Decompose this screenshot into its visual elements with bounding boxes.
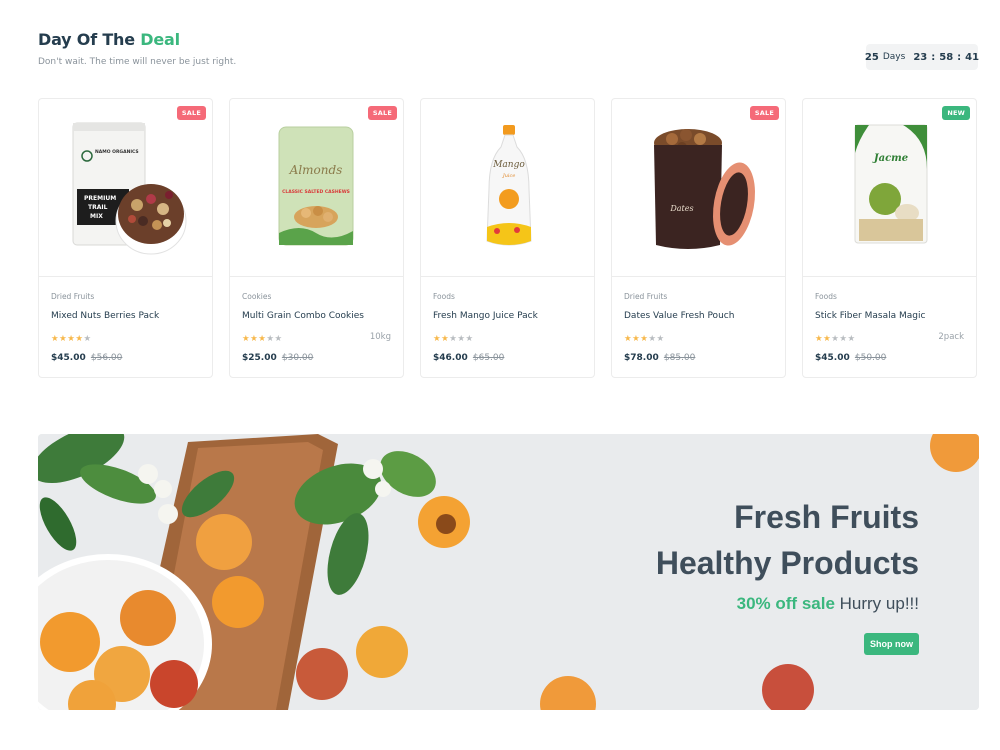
promo-banner: Fresh Fruits Healthy Products 30% off sa… — [38, 434, 979, 710]
product-weight: 2pack — [938, 332, 964, 342]
product-price: $78.00 $85.00 — [624, 353, 695, 363]
product-image-box[interactable]: NAMO ORGANICS PREMIUM TRAIL MIX SALE — [39, 99, 212, 277]
product-name[interactable]: Multi Grain Combo Cookies — [242, 311, 364, 321]
new-badge: NEW — [942, 106, 970, 120]
product-image-box[interactable]: Mango Juice — [421, 99, 594, 277]
product-category[interactable]: Foods — [433, 292, 455, 301]
banner-headline-line1: Fresh Fruits — [734, 499, 919, 535]
countdown-separator: : — [957, 51, 962, 63]
product-price: $25.00 $30.00 — [242, 353, 313, 363]
star-filled-icon: ★ — [242, 334, 251, 344]
trail-mix-label: TRAIL — [88, 204, 108, 211]
dates-tin-icon: Dates — [654, 129, 756, 249]
deal-countdown: 25 Days 23 : 58 : 41 — [864, 44, 980, 70]
almonds-pouch-icon: Almonds CLASSIC SALTED CASHEWS — [278, 126, 354, 246]
product-card[interactable]: Mango Juice Foods Fresh Mango Juice Pack… — [420, 98, 595, 378]
countdown-seconds: 41 — [965, 51, 980, 63]
old-price: $56.00 — [90, 353, 123, 363]
product-category[interactable]: Dried Fruits — [624, 292, 667, 301]
product-name[interactable]: Mixed Nuts Berries Pack — [51, 311, 159, 321]
product-card[interactable]: NAMO ORGANICS PREMIUM TRAIL MIX SALE Dri… — [38, 98, 213, 378]
star-empty-icon: ★ — [656, 334, 665, 344]
current-price: $46.00 — [433, 353, 468, 363]
old-price: $30.00 — [281, 353, 314, 363]
star-empty-icon: ★ — [648, 334, 657, 344]
section-title: Day Of The Deal — [38, 30, 236, 49]
old-price: $65.00 — [472, 353, 505, 363]
mango-pack-text: Mango — [492, 160, 525, 170]
banner-headline-line2: Healthy Products — [655, 545, 919, 581]
current-price: $78.00 — [624, 353, 659, 363]
star-empty-icon: ★ — [266, 334, 275, 344]
product-card[interactable]: Almonds CLASSIC SALTED CASHEWS SALE Cook… — [229, 98, 404, 378]
trail-mix-brand: NAMO ORGANICS — [95, 149, 139, 155]
product-image-box[interactable]: Jacme NEW — [803, 99, 976, 277]
mango-juice-pack-icon: Mango Juice — [486, 125, 532, 246]
banner-offer-rest: Hurry up!!! — [834, 594, 919, 613]
sale-badge: SALE — [176, 106, 206, 120]
product-name[interactable]: Dates Value Fresh Pouch — [624, 311, 734, 321]
star-empty-icon: ★ — [839, 334, 848, 344]
product-price: $45.00 $50.00 — [815, 353, 886, 363]
countdown-minutes: 58 — [939, 51, 954, 63]
product-category[interactable]: Cookies — [242, 292, 271, 301]
product-image-box[interactable]: Almonds CLASSIC SALTED CASHEWS SALE — [230, 99, 403, 277]
product-card[interactable]: Jacme NEW Foods Stick Fiber Masala Magic… — [802, 98, 977, 378]
product-name[interactable]: Fresh Mango Juice Pack — [433, 311, 538, 321]
star-filled-icon: ★ — [51, 334, 60, 344]
product-price: $46.00 $65.00 — [433, 353, 504, 363]
banner-text: Fresh Fruits Healthy Products 30% off sa… — [656, 494, 919, 614]
trail-mix-label: PREMIUM — [84, 195, 116, 202]
shop-now-button[interactable]: Shop now — [864, 633, 919, 655]
rating-stars: ★★★★★ — [242, 334, 283, 344]
old-price: $85.00 — [663, 353, 696, 363]
rating-stars: ★★★★★ — [624, 334, 665, 344]
product-name[interactable]: Stick Fiber Masala Magic — [815, 311, 925, 321]
product-image-box[interactable]: Dates SALE — [612, 99, 785, 277]
masala-pouch-icon: Jacme — [854, 124, 928, 244]
deal-section-header: Day Of The Deal Don't wait. The time wil… — [38, 30, 236, 67]
rating-stars: ★★★★★ — [815, 334, 856, 344]
current-price: $25.00 — [242, 353, 277, 363]
product-category[interactable]: Foods — [815, 292, 837, 301]
trail-mix-pouch-icon: NAMO ORGANICS PREMIUM TRAIL MIX — [72, 122, 187, 255]
banner-offer: 30% off sale Hurry up!!! — [656, 594, 919, 614]
star-filled-icon: ★ — [815, 334, 824, 344]
mango-pack-sub: Juice — [502, 173, 516, 179]
section-subtitle: Don't wait. The time will never be just … — [38, 57, 237, 67]
star-filled-icon: ★ — [433, 334, 442, 344]
countdown-days: 25 — [864, 51, 879, 63]
countdown-hours: 23 — [913, 51, 928, 63]
star-empty-icon: ★ — [274, 334, 283, 344]
old-price: $50.00 — [854, 353, 887, 363]
masala-pouch-text: Jacme — [872, 153, 908, 164]
product-weight: 10kg — [369, 332, 391, 342]
star-empty-icon: ★ — [465, 334, 474, 344]
countdown-separator: : — [931, 51, 936, 63]
trail-mix-label: MIX — [90, 213, 103, 220]
star-filled-icon: ★ — [75, 334, 84, 344]
star-empty-icon: ★ — [457, 334, 466, 344]
rating-stars: ★★★★★ — [433, 334, 474, 344]
star-empty-icon: ★ — [847, 334, 856, 344]
sale-badge: SALE — [367, 106, 397, 120]
section-title-main: Day Of The — [38, 30, 141, 49]
product-price: $45.00 $56.00 — [51, 353, 122, 363]
almonds-pouch-sub: CLASSIC SALTED CASHEWS — [282, 189, 350, 195]
current-price: $45.00 — [51, 353, 86, 363]
sale-badge: SALE — [749, 106, 779, 120]
banner-offer-highlight: 30% off sale — [736, 594, 835, 613]
rating-stars: ★★★★★ — [51, 334, 92, 344]
star-filled-icon: ★ — [624, 334, 633, 344]
countdown-days-label: Days — [882, 52, 906, 62]
star-empty-icon: ★ — [83, 334, 92, 344]
product-card[interactable]: Dates SALE Dried Fruits Dates Value Fres… — [611, 98, 786, 378]
current-price: $45.00 — [815, 353, 850, 363]
section-title-accent: Deal — [140, 30, 180, 49]
almonds-pouch-text: Almonds — [289, 163, 343, 177]
product-grid: NAMO ORGANICS PREMIUM TRAIL MIX SALE Dri… — [38, 98, 979, 380]
product-category[interactable]: Dried Fruits — [51, 292, 94, 301]
dates-tin-text: Dates — [669, 204, 693, 213]
